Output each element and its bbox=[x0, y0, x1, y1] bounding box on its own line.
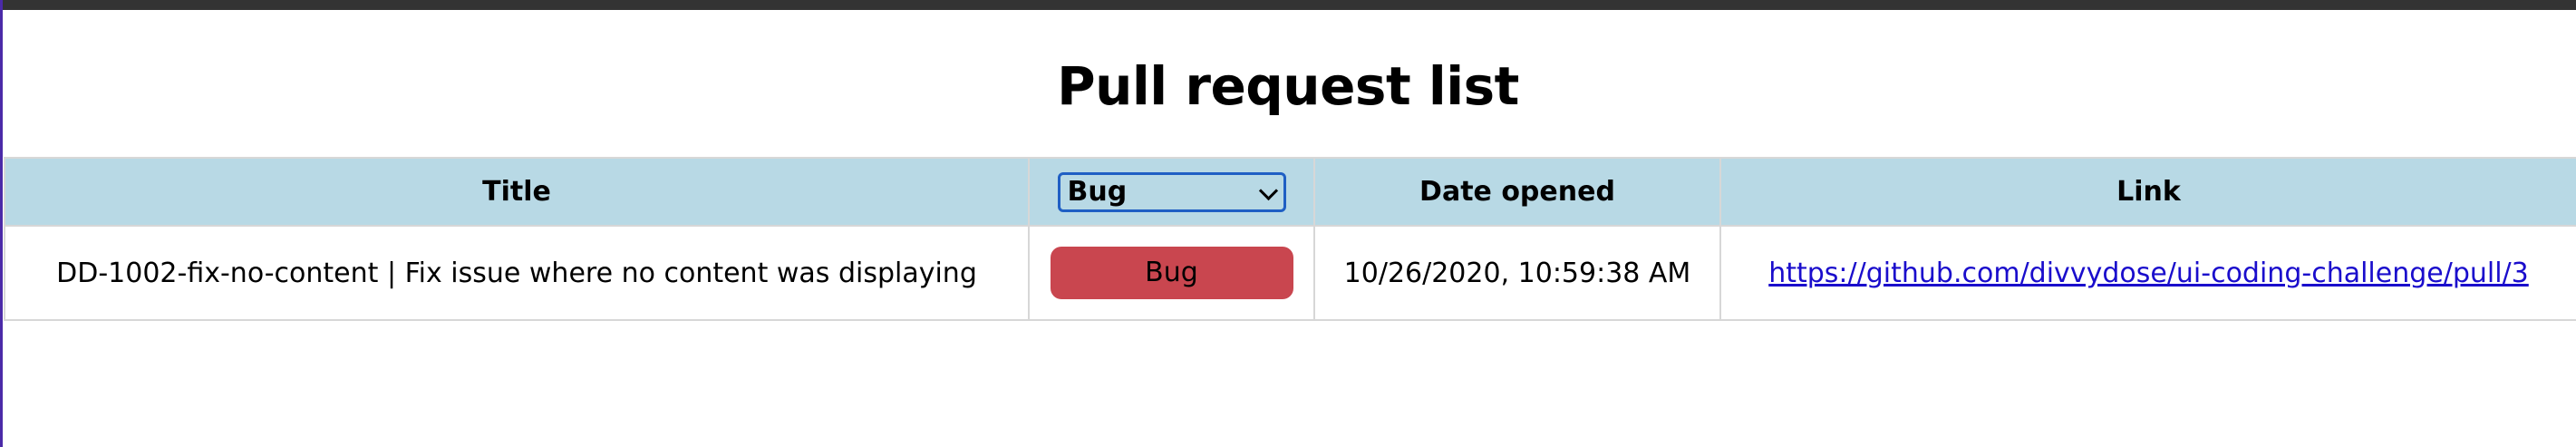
column-header-label-filter: Bug bbox=[1028, 157, 1315, 227]
pr-title-cell: DD-1002-fix-no-content | Fix issue where… bbox=[4, 225, 1030, 321]
window-top-bar bbox=[0, 0, 2576, 10]
column-header-date-opened: Date opened bbox=[1313, 157, 1721, 227]
pr-date-cell: 10/26/2020, 10:59:38 AM bbox=[1313, 225, 1721, 321]
pr-link-cell: https://github.com/divvydose/ui-coding-c… bbox=[1719, 225, 2576, 321]
pull-request-table: Title Bug Date opened Link DD-1002-fix-n… bbox=[4, 157, 2576, 321]
table-header: Title Bug Date opened Link bbox=[4, 157, 2576, 227]
table-header-row: Title Bug Date opened Link bbox=[4, 157, 2576, 227]
table-body: DD-1002-fix-no-content | Fix issue where… bbox=[4, 225, 2576, 321]
page-title: Pull request list bbox=[1057, 55, 1519, 117]
label-filter-wrapper: Bug bbox=[1057, 171, 1286, 212]
column-header-link: Link bbox=[1719, 157, 2576, 227]
bug-label-badge: Bug bbox=[1050, 247, 1293, 299]
pr-label-cell: Bug bbox=[1028, 225, 1315, 321]
label-filter-select[interactable]: Bug bbox=[1057, 171, 1286, 212]
column-header-title: Title bbox=[4, 157, 1030, 227]
pr-link[interactable]: https://github.com/divvydose/ui-coding-c… bbox=[1768, 258, 2529, 289]
table-row: DD-1002-fix-no-content | Fix issue where… bbox=[4, 225, 2576, 321]
